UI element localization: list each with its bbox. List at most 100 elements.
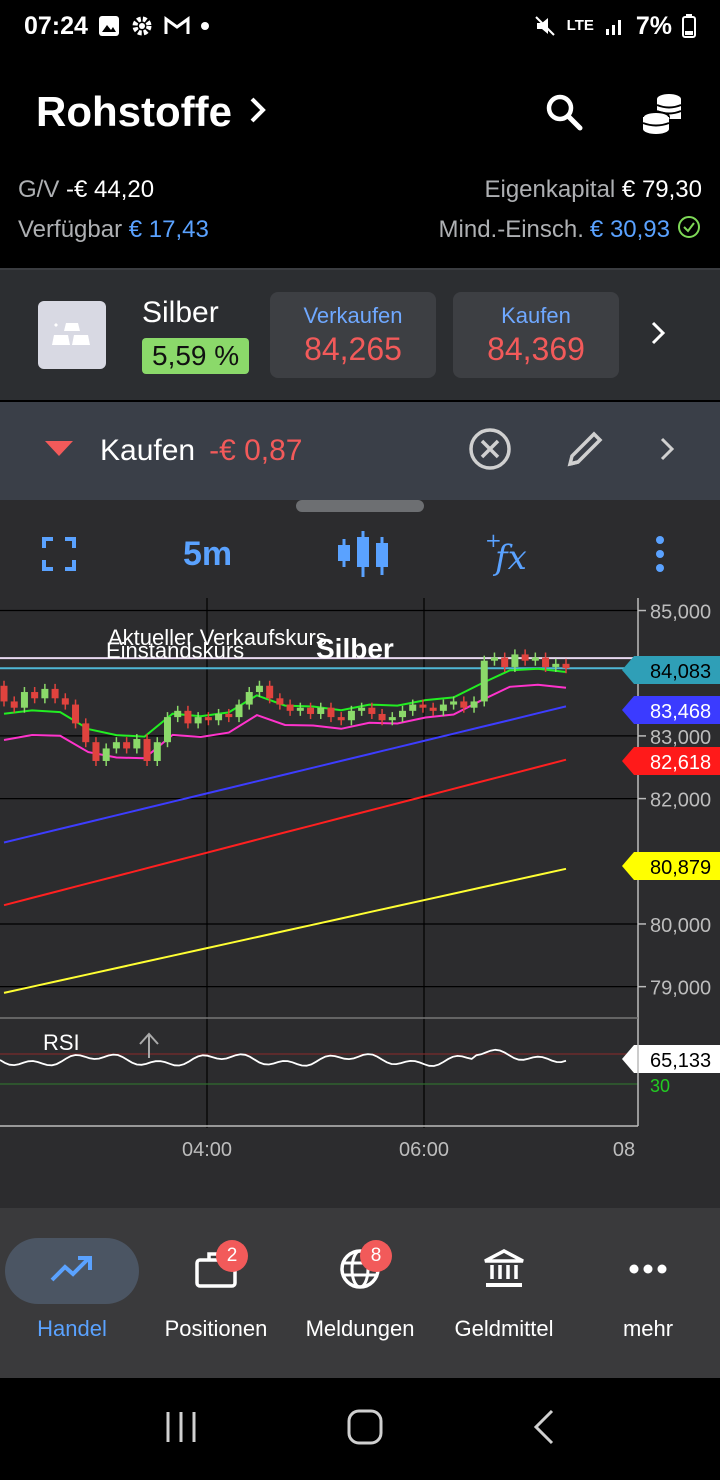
chevron-right-icon[interactable] bbox=[649, 319, 667, 352]
annotation-einstand: Einstandskurs bbox=[106, 638, 244, 663]
nav-geldmittel[interactable]: Geldmittel bbox=[432, 1208, 576, 1378]
y-tick-label: 79,000 bbox=[650, 978, 711, 1000]
candle-body bbox=[347, 710, 355, 721]
candle-body bbox=[460, 701, 468, 708]
candle-body bbox=[307, 707, 315, 714]
candle-body bbox=[194, 717, 202, 724]
margin-value: € 30,93 bbox=[589, 216, 670, 243]
gallery-icon bbox=[98, 15, 120, 37]
candle-body bbox=[429, 707, 437, 711]
candle-body bbox=[82, 723, 90, 743]
candle-body bbox=[10, 701, 18, 708]
buy-label: Kaufen bbox=[501, 302, 571, 328]
bottom-nav: Handel 2 Positionen 8 Meldungen Geldmitt… bbox=[0, 1208, 720, 1378]
drag-handle[interactable] bbox=[296, 500, 424, 512]
candle-body bbox=[41, 688, 49, 699]
fullscreen-icon[interactable] bbox=[42, 532, 76, 576]
y-tick-label: 83,000 bbox=[650, 727, 711, 749]
candle-body bbox=[276, 698, 284, 705]
triangle-down-icon bbox=[44, 440, 74, 463]
candle-body bbox=[501, 657, 509, 667]
chevron-right-icon[interactable] bbox=[248, 95, 268, 130]
candle-body bbox=[0, 685, 8, 702]
back-icon[interactable] bbox=[532, 1409, 556, 1450]
price-labels: 84,083 83,468 82,618 80,879 bbox=[622, 656, 720, 880]
network-label: LTE bbox=[566, 17, 594, 34]
candle-body bbox=[133, 739, 141, 749]
candle-body bbox=[399, 710, 407, 718]
candle-body bbox=[102, 748, 110, 761]
equity-value: € 79,30 bbox=[621, 176, 702, 203]
badge-count: 8 bbox=[360, 1240, 392, 1272]
home-icon[interactable] bbox=[347, 1409, 383, 1450]
status-time: 07:24 bbox=[24, 11, 88, 40]
status-bar: 07:24 LTE 7% bbox=[0, 0, 720, 52]
candle-body bbox=[327, 707, 335, 718]
chart-toolbar: 5m + fx bbox=[0, 522, 720, 584]
x-tick-label: 04:00 bbox=[182, 1139, 232, 1158]
recent-apps-icon[interactable] bbox=[164, 1410, 198, 1449]
candle-body bbox=[511, 654, 519, 667]
trend-icon bbox=[50, 1254, 94, 1289]
battery-icon bbox=[682, 14, 696, 38]
rsi-line bbox=[0, 1048, 567, 1067]
candle-body bbox=[470, 701, 478, 708]
ma-line bbox=[3, 758, 567, 907]
candle-body bbox=[480, 660, 488, 702]
buy-button[interactable]: Kaufen 84,369 bbox=[453, 292, 619, 378]
badge-count: 2 bbox=[216, 1240, 248, 1272]
candle-body bbox=[153, 742, 161, 761]
timeframe-button[interactable]: 5m bbox=[183, 532, 232, 576]
close-circle-icon[interactable] bbox=[468, 427, 512, 476]
candle-body bbox=[419, 704, 427, 708]
candle-body bbox=[31, 692, 39, 699]
nav-mehr[interactable]: mehr bbox=[576, 1208, 720, 1378]
price-tag-label: 83,468 bbox=[650, 701, 711, 723]
gold-bars-icon bbox=[38, 301, 106, 369]
nav-label: Meldungen bbox=[305, 1316, 415, 1341]
app-header: Rohstoffe bbox=[0, 72, 720, 152]
nav-label: Positionen bbox=[164, 1316, 268, 1341]
order-side: Kaufen bbox=[100, 434, 196, 467]
svg-text:fx: fx bbox=[492, 538, 527, 578]
candle-body bbox=[72, 704, 80, 724]
available-value: € 17,43 bbox=[128, 216, 209, 243]
candle-body bbox=[388, 717, 396, 721]
chart-title: Silber bbox=[316, 633, 394, 664]
nav-meldungen[interactable]: 8 Meldungen bbox=[288, 1208, 432, 1378]
page-title[interactable]: Rohstoffe bbox=[36, 88, 232, 136]
system-nav bbox=[0, 1378, 720, 1480]
chevron-right-icon[interactable] bbox=[658, 435, 676, 468]
candle-body bbox=[123, 742, 131, 749]
x-tick-label: 08 bbox=[613, 1139, 635, 1158]
more-vert-icon[interactable] bbox=[648, 532, 672, 576]
instrument-card[interactable]: Silber 5,59 % Verkaufen 84,265 Kaufen 84… bbox=[0, 268, 720, 400]
equity-label: Eigenkapital bbox=[484, 176, 616, 203]
price-chart[interactable]: RSI 30 65,133 85,000 83,000 82,000 80,000 79,0… bbox=[0, 598, 720, 1158]
available-label: Verfügbar bbox=[18, 216, 123, 243]
candlestick-icon[interactable] bbox=[336, 531, 390, 577]
position-bar[interactable]: Kaufen -€ 0,87 bbox=[0, 402, 720, 500]
candle-body bbox=[439, 704, 447, 711]
signal-icon bbox=[604, 15, 626, 37]
candle-body bbox=[204, 717, 212, 721]
candle-body bbox=[378, 713, 386, 721]
pl-label: G/V bbox=[18, 176, 60, 203]
candle-body bbox=[521, 654, 529, 661]
candle-body bbox=[296, 707, 304, 711]
nav-handel[interactable]: Handel bbox=[0, 1208, 144, 1378]
candle-body bbox=[490, 657, 498, 661]
coins-icon[interactable] bbox=[632, 82, 692, 142]
edit-pencil-icon[interactable] bbox=[564, 428, 606, 475]
candle-body bbox=[450, 701, 458, 705]
candle-body bbox=[20, 692, 28, 708]
sell-button[interactable]: Verkaufen 84,265 bbox=[270, 292, 436, 378]
indicator-fx-icon[interactable]: + fx bbox=[485, 529, 535, 578]
nav-positionen[interactable]: 2 Positionen bbox=[144, 1208, 288, 1378]
search-icon[interactable] bbox=[534, 82, 594, 142]
candle-body bbox=[163, 717, 171, 743]
nav-label: Geldmittel bbox=[454, 1316, 554, 1341]
settings-icon bbox=[130, 14, 154, 38]
candle-body bbox=[174, 710, 182, 718]
more-dots-icon bbox=[628, 1262, 668, 1280]
